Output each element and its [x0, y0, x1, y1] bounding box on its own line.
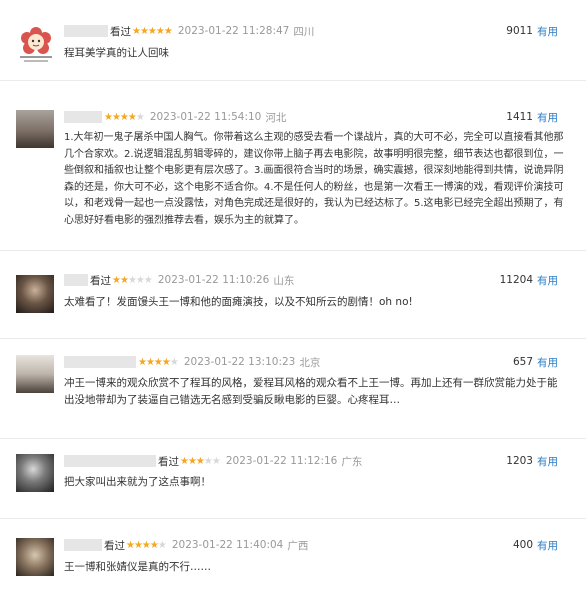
rating-stars: ★★★★★: [126, 539, 167, 551]
vote-area: 9011 有用: [506, 22, 558, 40]
comment-date: 2023-01-22 13:10:23: [183, 356, 296, 368]
vote-area: 1203 有用: [506, 452, 558, 470]
rating-stars: ★★★★★: [104, 111, 145, 123]
rating-stars: ★★★★★: [112, 274, 153, 286]
useful-button[interactable]: 有用: [537, 24, 558, 39]
comment-meta: 看过 ★★★★ ★ 2023-01-22 11:40:04 广西: [64, 536, 308, 554]
vote-count: 657: [512, 356, 533, 368]
comment-date: 2023-01-22 11:28:47: [177, 25, 290, 37]
avatar[interactable]: [16, 538, 54, 576]
comment-meta: 看过 ★★★ ★★ 2023-01-22 11:12:16 广东: [64, 452, 362, 470]
username-redacted[interactable]: [64, 25, 108, 37]
avatar[interactable]: [16, 24, 56, 64]
comment-date: 2023-01-22 11:12:16: [225, 455, 338, 467]
watched-label: 看过: [110, 25, 131, 38]
avatar[interactable]: [16, 355, 54, 393]
rating-stars: ★★★★★: [138, 356, 179, 368]
rating-stars: ★★★★★: [180, 455, 221, 467]
divider: [0, 438, 586, 439]
watched-label: 看过: [90, 274, 111, 287]
useful-button[interactable]: 有用: [537, 273, 558, 288]
comment-location: 山东: [273, 274, 295, 287]
username-redacted[interactable]: [64, 539, 102, 551]
comment-meta: 看过 ★★★★★ 2023-01-22 11:28:47 四川: [64, 22, 314, 40]
comment-text: 把大家叫出来就为了这点事啊！: [64, 476, 211, 488]
comment-text: 程耳美学真的让人回味: [64, 47, 169, 59]
username-redacted[interactable]: [64, 274, 88, 286]
vote-count: 9011: [506, 25, 533, 37]
comment-location: 四川: [293, 25, 315, 38]
divider: [0, 338, 586, 339]
divider: [0, 518, 586, 519]
comment-text: 冲王一博来的观众欣赏不了程耳的风格，爱程耳风格的观众看不上王一博。再加上还有一群…: [64, 377, 558, 406]
comment-text: 王一博和张婧仪是真的不行……: [64, 561, 211, 573]
vote-count: 1411: [506, 111, 533, 123]
vote-count: 1203: [506, 455, 533, 467]
vote-area: 400 有用: [513, 536, 558, 554]
vote-count: 11204: [499, 274, 533, 286]
watched-label: 看过: [158, 455, 179, 468]
avatar[interactable]: [16, 110, 54, 148]
vote-area: 657 有用: [513, 353, 558, 371]
comment-date: 2023-01-22 11:40:04: [171, 539, 284, 551]
username-redacted[interactable]: [64, 356, 136, 368]
avatar[interactable]: [16, 275, 54, 313]
rating-stars: ★★★★★: [132, 25, 173, 37]
comment-meta: 看过 ★★ ★★★ 2023-01-22 11:10:26 山东: [64, 271, 294, 289]
comment-location: 河北: [265, 111, 287, 124]
comment-date: 2023-01-22 11:10:26: [157, 274, 270, 286]
vote-area: 11204 有用: [500, 271, 558, 289]
useful-button[interactable]: 有用: [537, 454, 558, 469]
comment-meta: ★★★★ ★ 2023-01-22 11:54:10 河北: [64, 108, 286, 126]
username-redacted[interactable]: [64, 111, 102, 123]
comment-text: 太难看了！发面馒头王一博和他的面瘫演技，以及不知所云的剧情！oh no!: [64, 296, 413, 308]
useful-button[interactable]: 有用: [537, 355, 558, 370]
comment-date: 2023-01-22 11:54:10: [149, 111, 262, 123]
comment-text: 1.大年初一鬼子屠杀中国人胸气。你带着这么主观的感受去看一个谍战片，真的大可不必…: [64, 132, 564, 226]
comment-location: 广西: [287, 539, 309, 552]
avatar-flower-icon: [20, 27, 52, 62]
vote-area: 1411 有用: [506, 108, 558, 126]
divider: [0, 250, 586, 251]
useful-button[interactable]: 有用: [537, 538, 558, 553]
watched-label: 看过: [104, 539, 125, 552]
vote-count: 400: [512, 539, 533, 551]
divider: [0, 80, 586, 81]
comment-location: 北京: [299, 356, 321, 369]
comment-meta: ★★★★ ★ 2023-01-22 13:10:23 北京: [64, 353, 320, 371]
useful-button[interactable]: 有用: [537, 110, 558, 125]
comment-location: 广东: [341, 455, 363, 468]
username-redacted[interactable]: [64, 455, 156, 467]
avatar[interactable]: [16, 454, 54, 492]
